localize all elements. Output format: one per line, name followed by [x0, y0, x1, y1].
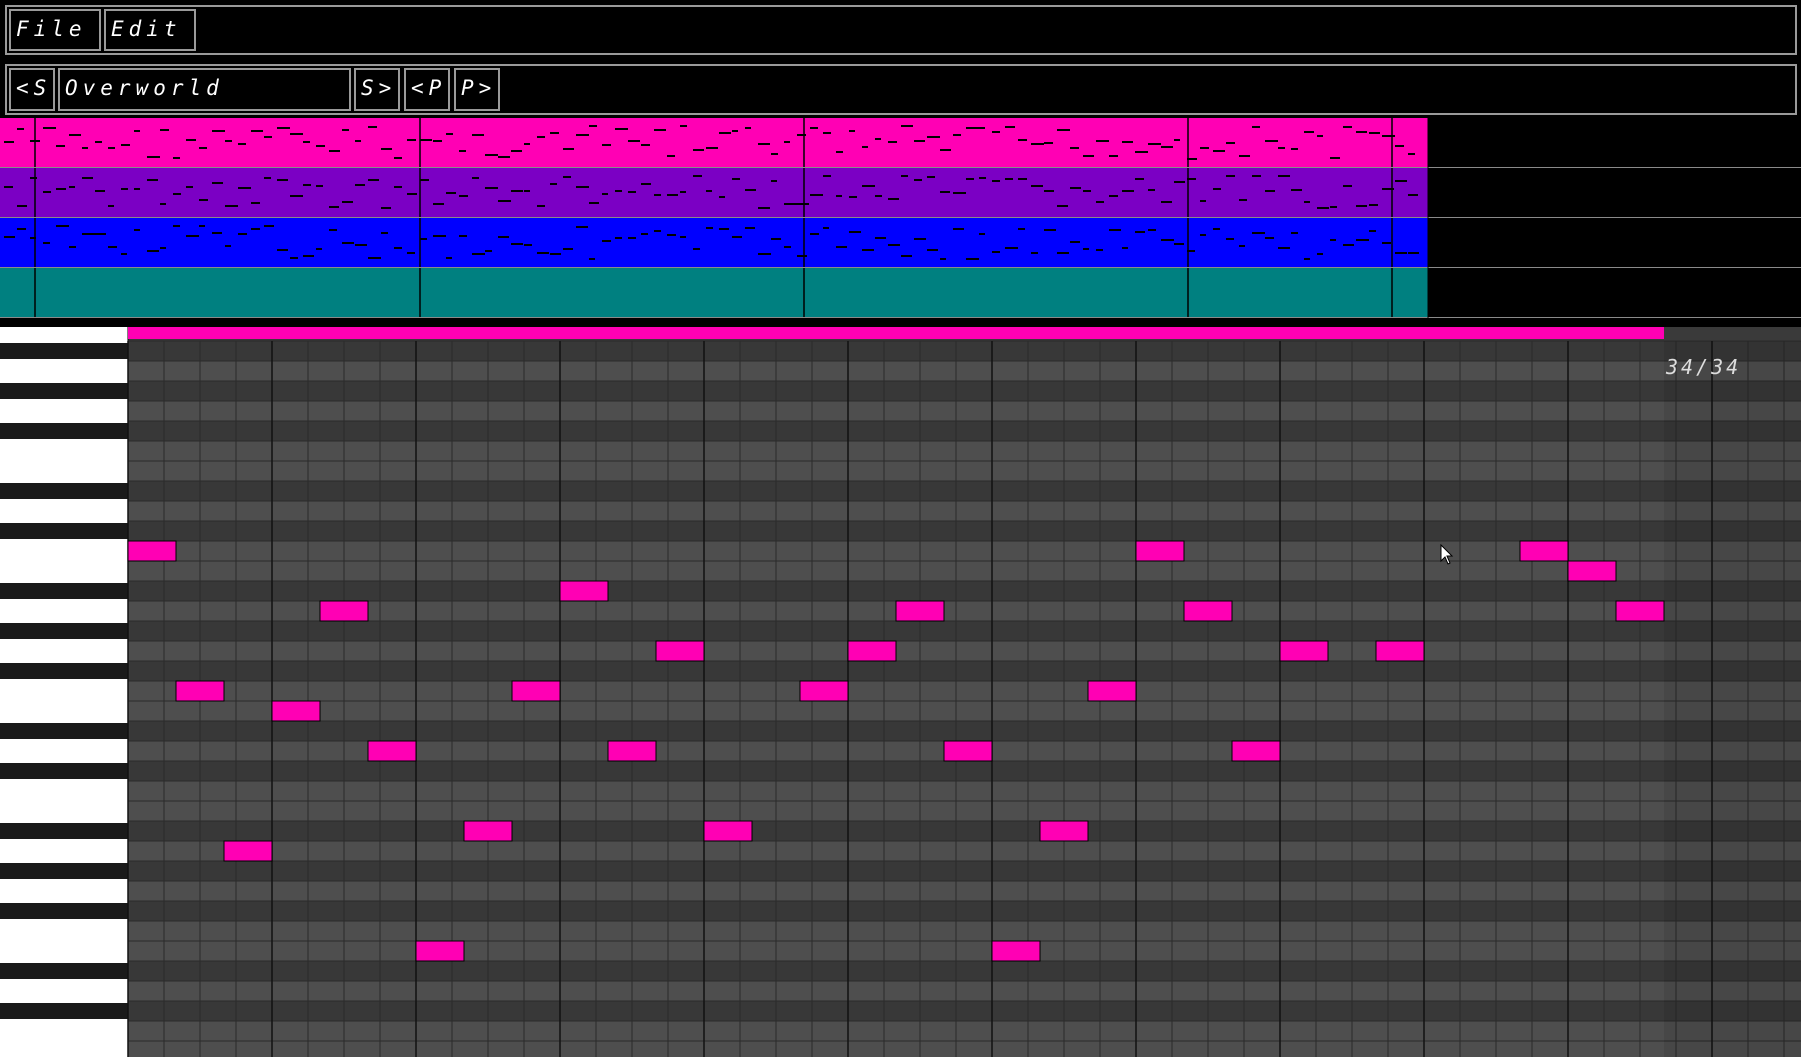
next-song-button[interactable]: S> — [354, 68, 400, 111]
note-block[interactable] — [511, 680, 561, 702]
piano-black-key[interactable] — [0, 523, 128, 539]
menu-bar — [5, 5, 1797, 55]
note-block[interactable] — [655, 640, 705, 662]
arranger-track-teal[interactable] — [0, 268, 1801, 318]
note-block[interactable] — [607, 740, 657, 762]
piano-black-key[interactable] — [0, 483, 128, 499]
note-block[interactable] — [1183, 600, 1233, 622]
piano-black-key[interactable] — [0, 963, 128, 979]
note-block[interactable] — [1519, 540, 1569, 562]
loop-region-bar[interactable] — [128, 327, 1664, 339]
note-block[interactable] — [1279, 640, 1329, 662]
piano-black-key[interactable] — [0, 583, 128, 599]
edit-menu[interactable]: Edit — [104, 9, 196, 51]
note-block[interactable] — [1231, 740, 1281, 762]
piano-black-key[interactable] — [0, 423, 128, 439]
piano-roll[interactable] — [0, 327, 1801, 1057]
note-block[interactable] — [895, 600, 945, 622]
note-block[interactable] — [1135, 540, 1185, 562]
file-menu[interactable]: File — [9, 9, 101, 51]
note-block[interactable] — [127, 540, 177, 562]
note-block[interactable] — [799, 680, 849, 702]
bar-counter: 34/34 — [1666, 355, 1742, 379]
note-block[interactable] — [847, 640, 897, 662]
piano-black-key[interactable] — [0, 723, 128, 739]
next-pattern-button[interactable]: P> — [454, 68, 500, 111]
arranger-track-pink[interactable] — [0, 118, 1801, 168]
note-block[interactable] — [415, 940, 465, 962]
note-block[interactable] — [367, 740, 417, 762]
note-block[interactable] — [1567, 560, 1617, 582]
note-block[interactable] — [1615, 600, 1665, 622]
arranger-track-blue[interactable] — [0, 218, 1801, 268]
note-block[interactable] — [943, 740, 993, 762]
note-block[interactable] — [175, 680, 225, 702]
note-block[interactable] — [319, 600, 369, 622]
note-block[interactable] — [559, 580, 609, 602]
note-block[interactable] — [463, 820, 513, 842]
piano-black-key[interactable] — [0, 763, 128, 779]
piano-black-key[interactable] — [0, 823, 128, 839]
prev-song-button[interactable]: <S — [9, 68, 55, 111]
piano-black-key[interactable] — [0, 663, 128, 679]
piano-black-key[interactable] — [0, 383, 128, 399]
arranger-track-purple[interactable] — [0, 168, 1801, 218]
note-block[interactable] — [271, 700, 321, 722]
piano-black-key[interactable] — [0, 863, 128, 879]
prev-pattern-button[interactable]: <P — [404, 68, 450, 111]
mouse-cursor-icon — [1440, 544, 1454, 565]
piano-black-key[interactable] — [0, 903, 128, 919]
note-block[interactable] — [1375, 640, 1425, 662]
note-block[interactable] — [1039, 820, 1089, 842]
note-block[interactable] — [1087, 680, 1137, 702]
piano-keyboard[interactable] — [0, 327, 129, 1057]
note-block[interactable] — [991, 940, 1041, 962]
piano-black-key[interactable] — [0, 343, 128, 359]
piano-black-key[interactable] — [0, 623, 128, 639]
pattern-arranger[interactable] — [0, 118, 1801, 322]
note-block[interactable] — [223, 840, 273, 862]
note-block[interactable] — [703, 820, 753, 842]
song-name-field[interactable]: Overworld — [58, 68, 351, 111]
piano-black-key[interactable] — [0, 1003, 128, 1019]
note-grid[interactable] — [127, 340, 1801, 1057]
